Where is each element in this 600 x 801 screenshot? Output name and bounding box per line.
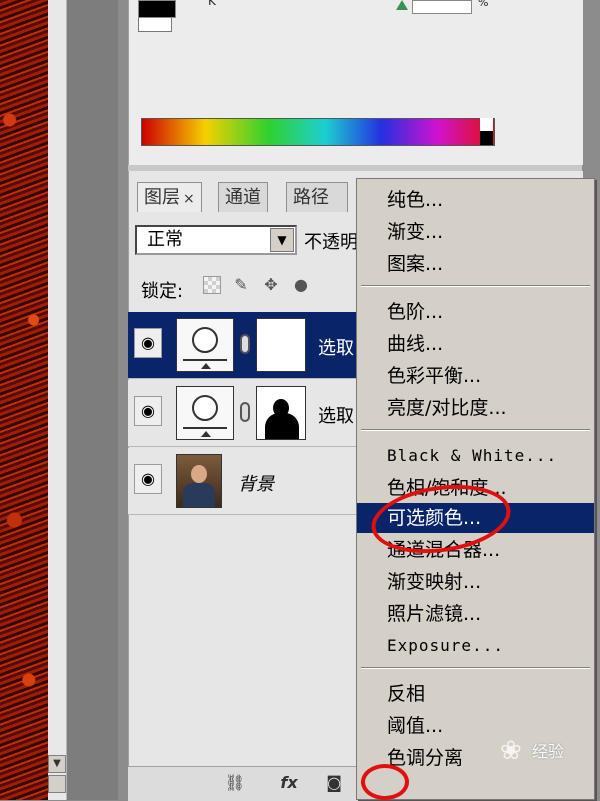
layer-row[interactable]: ◉ 选取 (128, 380, 358, 447)
add-mask-icon[interactable]: ◙ (322, 772, 346, 794)
menu-item-gradient-map[interactable]: 渐变映射... (357, 567, 594, 597)
menu-item-invert[interactable]: 反相 (357, 679, 594, 709)
adjustment-layer-thumbnail (176, 386, 234, 440)
lock-position-move-icon[interactable]: ✥ (262, 276, 280, 294)
vertical-scrollbar[interactable] (48, 0, 67, 800)
visibility-eye-icon[interactable]: ◉ (134, 396, 162, 426)
visibility-eye-icon[interactable]: ◉ (134, 464, 162, 494)
menu-item-curves[interactable]: 曲线... (357, 329, 594, 359)
visibility-eye-icon[interactable]: ◉ (134, 328, 162, 358)
layer-name[interactable]: 背景 (238, 470, 274, 496)
link-chain-icon[interactable] (240, 402, 250, 422)
menu-item-brightness-contrast[interactable]: 亮度/对比度... (357, 393, 594, 423)
watermark-paw-icon: ❀ (500, 736, 522, 766)
menu-item-threshold[interactable]: 阈值... (357, 711, 594, 741)
menu-item-black-white[interactable]: Black & White... (357, 441, 594, 471)
tab-channels[interactable]: 通道 (218, 182, 268, 212)
menu-item-color-balance[interactable]: 色彩平衡... (357, 361, 594, 391)
tab-layers-label: 图层 (144, 187, 180, 208)
menu-item-gradient[interactable]: 渐变... (357, 217, 594, 247)
scroll-corner (48, 775, 66, 793)
menu-separator (361, 667, 590, 669)
layer-name[interactable]: 选取 (318, 402, 354, 428)
menu-item-solid-color[interactable]: 纯色... (357, 185, 594, 215)
layer-row[interactable]: ◉ 背景 (128, 448, 358, 515)
spectrum-white-swatch[interactable] (480, 118, 493, 131)
menu-separator (361, 429, 590, 431)
menu-item-photo-filter[interactable]: 照片滤镜... (357, 599, 594, 629)
foreground-color-swatch[interactable] (138, 0, 176, 18)
link-layers-icon[interactable]: ⛓ (220, 772, 250, 794)
blend-mode-value: 正常 (147, 229, 183, 250)
adjustment-layer-thumbnail (176, 318, 234, 372)
fx-icon[interactable]: fx (272, 772, 306, 794)
canvas-photo (0, 0, 48, 800)
tab-close-icon[interactable]: × (183, 191, 195, 207)
k-slider-handle[interactable] (396, 0, 408, 10)
tab-channels-label: 通道 (225, 187, 261, 208)
opacity-label: 不透明 (304, 232, 358, 253)
background-layer-thumbnail (176, 454, 222, 508)
layer-name[interactable]: 选取 (318, 334, 354, 360)
blend-mode-dropdown-icon[interactable]: ▼ (270, 228, 294, 252)
lock-image-brush-icon[interactable]: ✎ (232, 276, 250, 294)
lock-transparent-icon[interactable] (203, 276, 221, 294)
menu-separator (361, 285, 590, 287)
link-chain-icon[interactable] (240, 334, 250, 354)
scroll-down-arrow-icon[interactable]: ▼ (48, 755, 66, 773)
k-value-input[interactable] (412, 0, 472, 14)
k-channel-label: K (208, 0, 216, 8)
menu-item-levels[interactable]: 色阶... (357, 297, 594, 327)
percent-label: % (478, 0, 489, 9)
layer-mask-thumbnail[interactable] (256, 318, 306, 372)
color-spectrum-ramp[interactable] (141, 118, 495, 146)
layer-row[interactable]: ◉ 选取 (128, 312, 358, 379)
lock-label: 锁定: (141, 281, 184, 302)
menu-item-pattern[interactable]: 图案... (357, 249, 594, 279)
menu-item-exposure[interactable]: Exposure... (357, 631, 594, 661)
layer-mask-thumbnail[interactable] (256, 386, 306, 440)
lock-all-icon[interactable]: ● (292, 276, 310, 294)
spectrum-black-swatch[interactable] (480, 131, 493, 145)
tab-paths[interactable]: 路径 (286, 182, 348, 212)
annotation-circle (361, 764, 409, 800)
watermark-text: 经验 (532, 742, 565, 761)
tab-layers[interactable]: 图层 × (137, 182, 202, 212)
tab-paths-label: 路径 (293, 187, 329, 208)
fx-label: fx (280, 773, 298, 792)
